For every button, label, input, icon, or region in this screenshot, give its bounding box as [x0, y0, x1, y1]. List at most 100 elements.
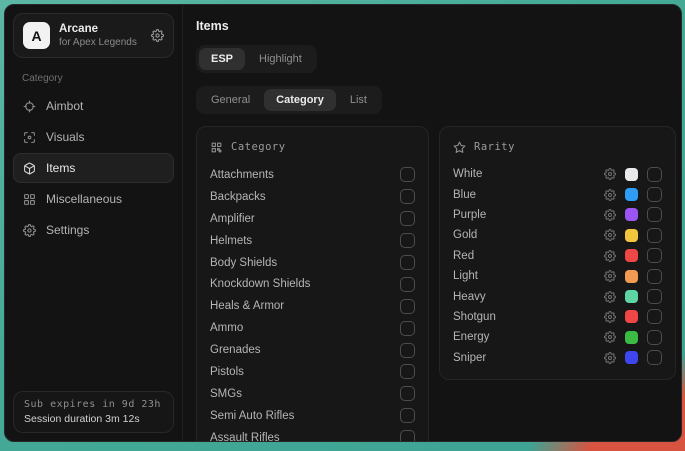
page-title: Items	[196, 19, 676, 33]
sidebar-item-label: Settings	[46, 223, 89, 237]
app-logo: A	[23, 22, 50, 49]
category-panel: Category AttachmentsBackpacksAmplifierHe…	[196, 126, 429, 442]
gear-icon[interactable]	[151, 29, 164, 42]
gear-icon[interactable]	[604, 209, 616, 221]
category-row-label: Attachments	[210, 169, 274, 181]
checkbox[interactable]	[647, 167, 662, 182]
subscription-status-card: Sub expires in 9d 23h Session duration 3…	[13, 391, 174, 433]
category-row: Assault Rifles	[210, 427, 415, 442]
checkbox[interactable]	[400, 277, 415, 292]
checkbox[interactable]	[400, 386, 415, 401]
color-swatch[interactable]	[625, 168, 638, 181]
checkbox[interactable]	[400, 364, 415, 379]
color-swatch[interactable]	[625, 270, 638, 283]
checkbox[interactable]	[400, 321, 415, 336]
category-panel-header: Category	[210, 138, 415, 156]
gear-icon[interactable]	[604, 168, 616, 180]
sidebar-item-miscellaneous[interactable]: Miscellaneous	[13, 184, 174, 214]
sidebar-item-label: Visuals	[46, 130, 84, 144]
rarity-row-label: Light	[453, 270, 478, 282]
sidebar-item-aimbot[interactable]: Aimbot	[13, 91, 174, 121]
checkbox[interactable]	[647, 248, 662, 263]
checkbox[interactable]	[400, 408, 415, 423]
rarity-row-controls	[604, 167, 662, 182]
app-window: A Arcane for Apex Legends Category Aimbo…	[4, 4, 682, 442]
panels-row: Category AttachmentsBackpacksAmplifierHe…	[196, 126, 676, 442]
checkbox[interactable]	[400, 430, 415, 442]
checkbox[interactable]	[400, 255, 415, 270]
rarity-row: Heavy	[453, 286, 662, 306]
main-content: Items ESPHighlight GeneralCategoryList C…	[183, 5, 682, 441]
sidebar-item-items[interactable]: Items	[13, 153, 174, 183]
checkbox[interactable]	[647, 330, 662, 345]
tab-esp[interactable]: ESP	[199, 48, 245, 70]
sidebar-item-settings[interactable]: Settings	[13, 215, 174, 245]
color-swatch[interactable]	[625, 229, 638, 242]
tab-list[interactable]: List	[338, 89, 379, 111]
gear-icon[interactable]	[604, 291, 616, 303]
checkbox[interactable]	[400, 299, 415, 314]
gear-icon[interactable]	[604, 270, 616, 282]
view-tabbar: GeneralCategoryList	[196, 86, 382, 114]
category-row: Attachments	[210, 164, 415, 186]
color-swatch[interactable]	[625, 249, 638, 262]
checkbox[interactable]	[647, 350, 662, 365]
rarity-row: Energy	[453, 327, 662, 347]
checkbox[interactable]	[647, 187, 662, 202]
category-row: Semi Auto Rifles	[210, 405, 415, 427]
category-row: Ammo	[210, 317, 415, 339]
checkbox[interactable]	[400, 167, 415, 182]
category-list: AttachmentsBackpacksAmplifierHelmetsBody…	[210, 164, 415, 442]
rarity-row: Shotgun	[453, 307, 662, 327]
color-swatch[interactable]	[625, 188, 638, 201]
tab-highlight[interactable]: Highlight	[247, 48, 314, 70]
sidebar-item-visuals[interactable]: Visuals	[13, 122, 174, 152]
rarity-row-controls	[604, 330, 662, 345]
eye-scan-icon	[23, 131, 36, 144]
checkbox[interactable]	[647, 309, 662, 324]
color-swatch[interactable]	[625, 290, 638, 303]
category-row-label: Ammo	[210, 322, 243, 334]
category-row-label: Semi Auto Rifles	[210, 410, 294, 422]
layout-grid-icon	[23, 193, 36, 206]
checkbox[interactable]	[647, 269, 662, 284]
color-swatch[interactable]	[625, 208, 638, 221]
category-row: Body Shields	[210, 252, 415, 274]
brand-text: Arcane for Apex Legends	[59, 22, 142, 49]
rarity-row-controls	[604, 248, 662, 263]
category-row-label: Heals & Armor	[210, 300, 284, 312]
color-swatch[interactable]	[625, 351, 638, 364]
rarity-row-label: Energy	[453, 331, 489, 343]
rarity-row-controls	[604, 269, 662, 284]
sidebar-nav: Aimbot Visuals ItemsMiscellaneous Settings	[13, 91, 174, 245]
rarity-row-label: Gold	[453, 229, 477, 241]
rarity-row: Gold	[453, 225, 662, 245]
checkbox[interactable]	[647, 289, 662, 304]
rarity-row-controls	[604, 350, 662, 365]
category-row-label: Grenades	[210, 344, 261, 356]
tab-general[interactable]: General	[199, 89, 262, 111]
category-row-label: Amplifier	[210, 213, 255, 225]
color-swatch[interactable]	[625, 310, 638, 323]
gear-icon[interactable]	[604, 229, 616, 241]
checkbox[interactable]	[400, 189, 415, 204]
category-row-label: Pistols	[210, 366, 244, 378]
rarity-panel: Rarity WhiteBluePurpleGoldRedLightHeavyS…	[439, 126, 676, 380]
gear-icon[interactable]	[604, 352, 616, 364]
checkbox[interactable]	[647, 228, 662, 243]
gear-icon[interactable]	[604, 250, 616, 262]
gear-icon[interactable]	[604, 189, 616, 201]
checkbox[interactable]	[400, 233, 415, 248]
category-row-label: Knockdown Shields	[210, 278, 310, 290]
tab-category[interactable]: Category	[264, 89, 336, 111]
rarity-row: Purple	[453, 205, 662, 225]
gear-icon	[23, 224, 36, 237]
cube-icon	[23, 162, 36, 175]
sidebar-spacer	[13, 245, 174, 391]
checkbox[interactable]	[400, 211, 415, 226]
gear-icon[interactable]	[604, 311, 616, 323]
checkbox[interactable]	[647, 207, 662, 222]
gear-icon[interactable]	[604, 331, 616, 343]
checkbox[interactable]	[400, 343, 415, 358]
color-swatch[interactable]	[625, 331, 638, 344]
